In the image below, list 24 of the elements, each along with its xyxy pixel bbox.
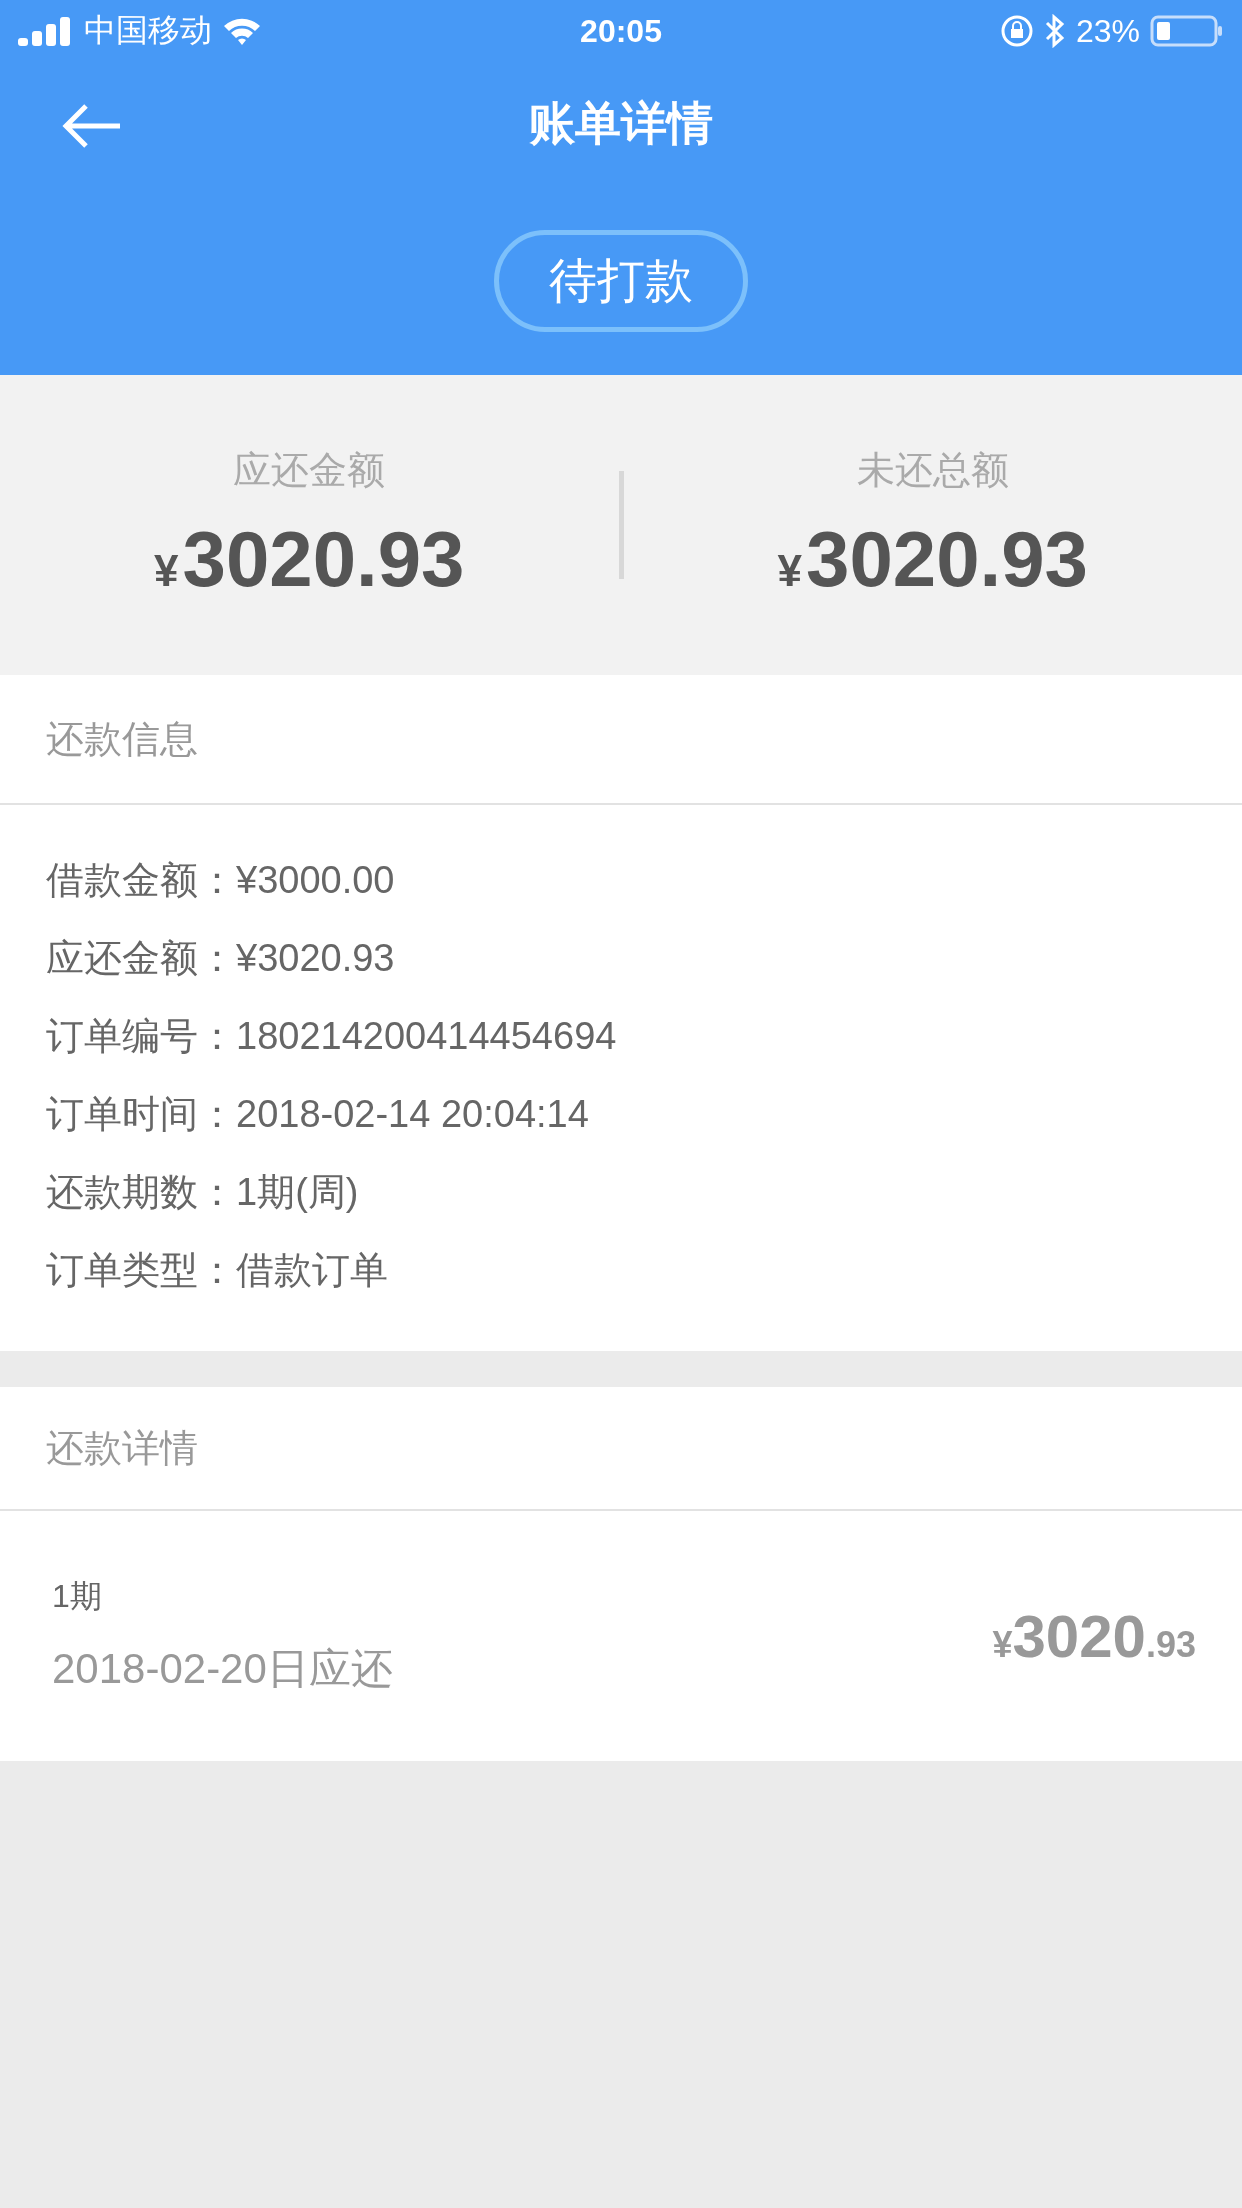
info-row-text: 借款金额：¥3000.00 <box>46 857 396 903</box>
summary-label: 未还总额 <box>856 448 1009 493</box>
section-title: 还款信息 <box>46 716 198 762</box>
wifi-icon <box>222 16 262 46</box>
info-row-text: 应还金额：¥3020.93 <box>46 935 396 981</box>
info-row-text: 订单类型：借款订单 <box>46 1247 389 1293</box>
period-label: 1期 <box>52 1577 103 1616</box>
section-title: 还款详情 <box>46 1425 198 1471</box>
page-title: 账单详情 <box>529 96 713 151</box>
rotation-lock-icon <box>999 14 1034 48</box>
due-date: 2018-02-20日应还 <box>52 1644 393 1694</box>
bluetooth-icon <box>1043 14 1066 48</box>
info-row-text: 还款期数：1期(周) <box>46 1169 360 1215</box>
battery-icon <box>1150 15 1224 47</box>
clock-time: 20:05 <box>580 12 662 50</box>
summary-label: 应还金额 <box>233 448 386 493</box>
battery-percent: 23% <box>1075 12 1140 50</box>
status-badge: 待打款 <box>494 230 748 332</box>
summary-amount: ¥3020.93 <box>777 514 1088 605</box>
info-row-text: 订单编号：180214200414454694 <box>46 1013 618 1059</box>
installment-amount: ¥3020.93 <box>992 1601 1196 1671</box>
info-row-text: 订单时间：2018-02-14 20:04:14 <box>46 1091 590 1137</box>
carrier-name: 中国移动 <box>84 11 212 50</box>
summary-amount: ¥3020.93 <box>154 514 465 605</box>
